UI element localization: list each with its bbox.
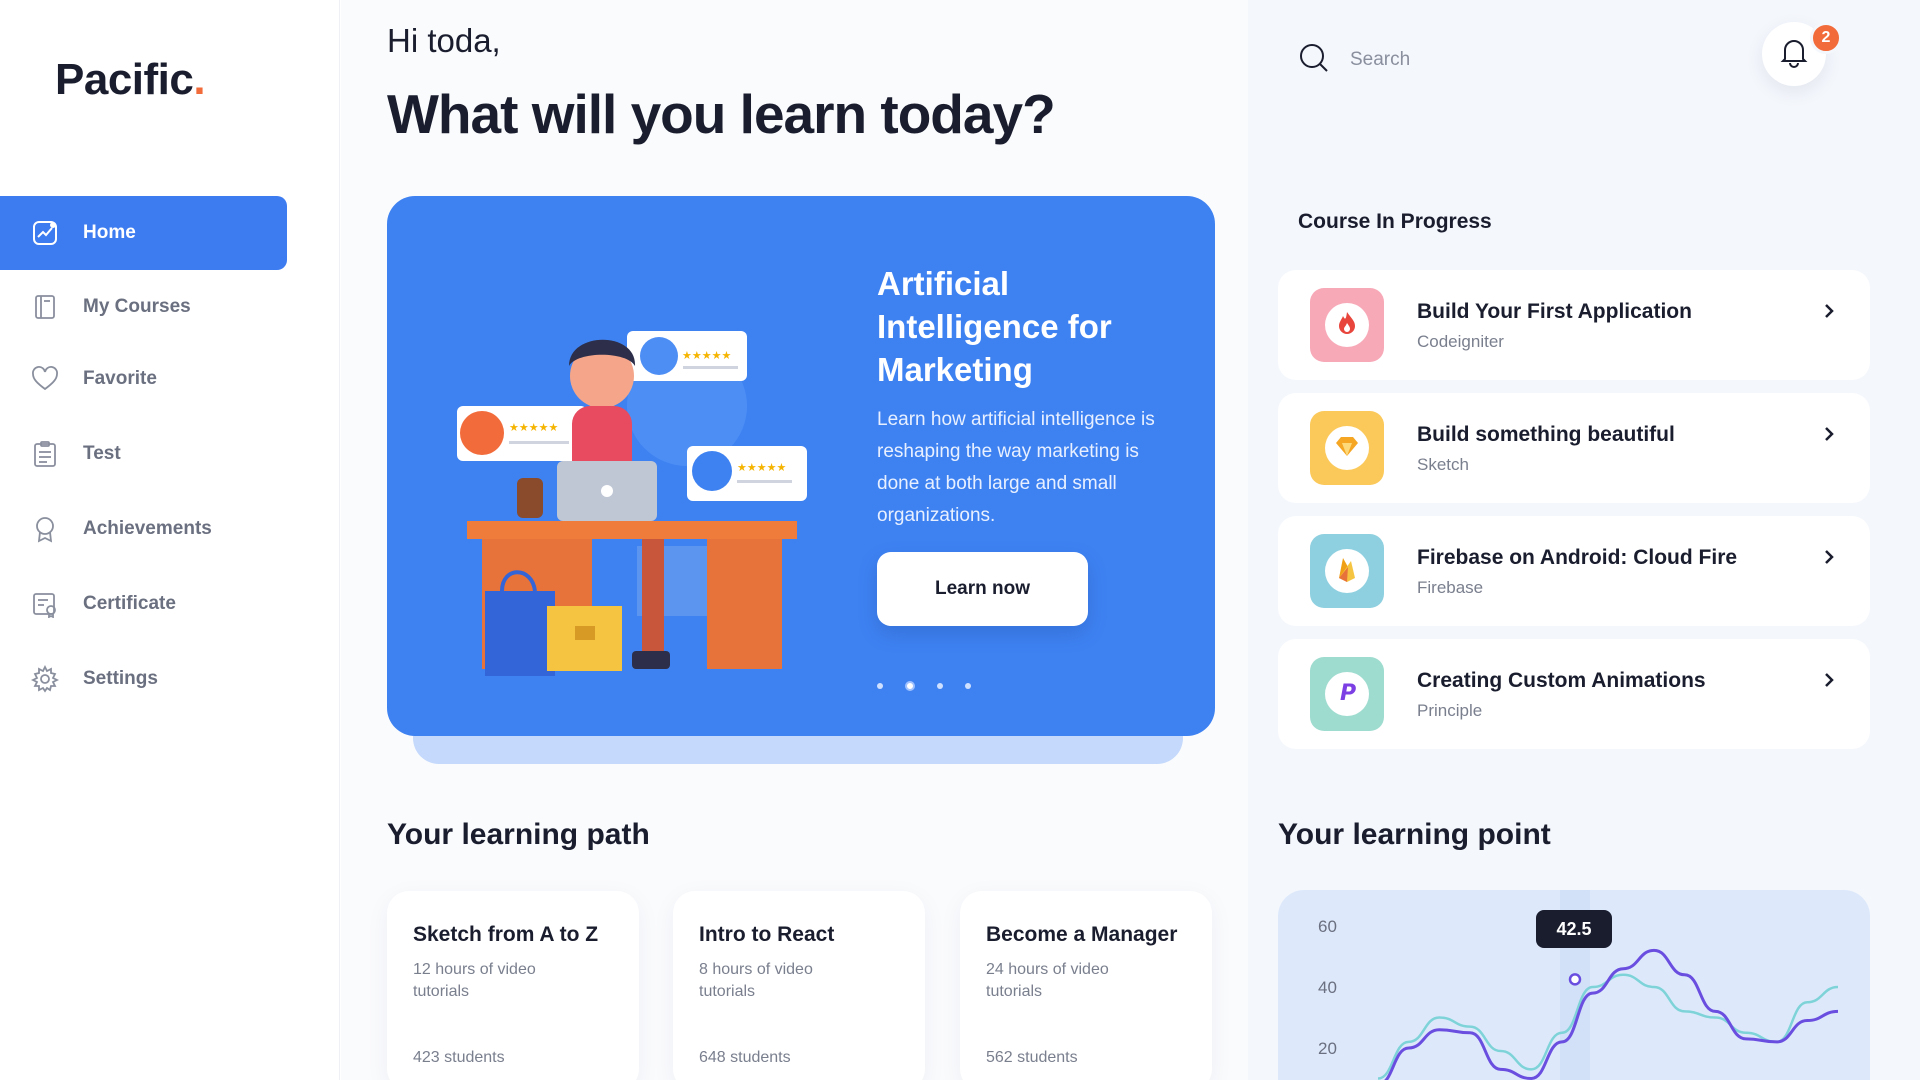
hero-illustration: ★★★★★ ★★★★★ ★★★★★ xyxy=(457,331,807,676)
sidebar-item-test[interactable]: Test xyxy=(0,417,287,491)
course-name: Creating Custom Animations xyxy=(1417,669,1706,692)
course-item[interactable]: Firebase on Android: Cloud Fire Firebase xyxy=(1278,516,1870,626)
learn-now-button[interactable]: Learn now xyxy=(877,552,1088,626)
y-tick-label: 20 xyxy=(1318,1039,1337,1058)
path-card-students: 648 students xyxy=(699,1049,791,1066)
learning-path-title: Your learning path xyxy=(387,818,650,851)
carousel-dots xyxy=(877,681,971,691)
svg-text:★★★★★: ★★★★★ xyxy=(737,461,786,474)
right-panel: 2 Course In Progress Build Your First Ap… xyxy=(1248,0,1920,1080)
chevron-right-icon[interactable] xyxy=(1818,423,1840,445)
course-platform: Principle xyxy=(1417,701,1483,720)
sidebar-item-favorite[interactable]: Favorite xyxy=(0,342,287,416)
course-item[interactable]: Build something beautiful Sketch xyxy=(1278,393,1870,503)
sidebar-item-label: Achievements xyxy=(83,518,212,539)
sidebar-item-label: Settings xyxy=(83,668,158,689)
path-card-students: 423 students xyxy=(413,1049,505,1066)
course-item[interactable]: Build Your First Application Codeigniter xyxy=(1278,270,1870,380)
course-item[interactable]: P Creating Custom Animations Principle xyxy=(1278,639,1870,749)
hero-banner: ★★★★★ ★★★★★ ★★★★★ Artificial Intelligenc… xyxy=(387,196,1215,736)
sidebar-item-settings[interactable]: Settings xyxy=(0,642,287,716)
carousel-dot[interactable] xyxy=(965,683,971,689)
learning-point-chart: 60 40 20 42.5 xyxy=(1278,890,1870,1080)
chevron-right-icon[interactable] xyxy=(1818,669,1840,691)
award-icon xyxy=(30,514,60,544)
sidebar-item-label: Certificate xyxy=(83,593,176,614)
course-name: Firebase on Android: Cloud Fire xyxy=(1417,546,1738,569)
heart-icon xyxy=(30,364,60,394)
hero-description: Learn how artificial intelligence is res… xyxy=(877,409,1155,526)
path-card-title: Become a Manager xyxy=(986,923,1178,946)
fire-icon xyxy=(1333,555,1361,588)
principle-icon: P xyxy=(1333,678,1361,711)
chevron-right-icon[interactable] xyxy=(1818,546,1840,568)
svg-text:★★★★★: ★★★★★ xyxy=(682,349,731,362)
sidebar-item-label: Favorite xyxy=(83,368,157,389)
y-tick-label: 60 xyxy=(1318,917,1337,936)
sidebar-item-my-courses[interactable]: My Courses xyxy=(0,270,287,344)
svg-text:★★★★★: ★★★★★ xyxy=(509,421,558,434)
search-icon xyxy=(1298,42,1330,79)
learning-path-card[interactable]: Intro to React 8 hours of video tutorial… xyxy=(673,891,925,1080)
sidebar-item-home[interactable]: Home xyxy=(0,196,287,270)
svg-text:P: P xyxy=(1340,681,1356,706)
learning-path-card[interactable]: Become a Manager 24 hours of video tutor… xyxy=(960,891,1212,1080)
path-card-hours: 12 hours of video tutorials xyxy=(413,961,536,1000)
path-card-hours: 8 hours of video tutorials xyxy=(699,961,813,1000)
chart-icon xyxy=(30,218,60,248)
certificate-icon xyxy=(30,589,60,619)
learning-point-title: Your learning point xyxy=(1278,818,1551,851)
search-input[interactable] xyxy=(1350,49,1570,71)
flame-icon xyxy=(1333,309,1361,342)
path-card-title: Intro to React xyxy=(699,923,835,946)
path-card-hours: 24 hours of video tutorials xyxy=(986,961,1109,1000)
bell-icon xyxy=(1777,35,1811,74)
sidebar-item-label: Home xyxy=(83,222,136,243)
learning-path-card[interactable]: Sketch from A to Z 12 hours of video tut… xyxy=(387,891,639,1080)
course-name: Build something beautiful xyxy=(1417,423,1675,446)
chart-series-line xyxy=(1384,948,1839,1080)
course-name: Build Your First Application xyxy=(1417,300,1692,323)
path-card-title: Sketch from A to Z xyxy=(413,923,599,946)
gear-icon xyxy=(30,664,60,694)
course-logo: P xyxy=(1310,657,1384,731)
path-card-students: 562 students xyxy=(986,1049,1078,1066)
course-logo xyxy=(1310,534,1384,608)
search-bar[interactable] xyxy=(1298,40,1598,80)
sidebar-item-achievements[interactable]: Achievements xyxy=(0,492,287,566)
course-logo xyxy=(1310,288,1384,362)
course-in-progress-title: Course In Progress xyxy=(1298,210,1492,233)
chart-series-line xyxy=(1377,973,1839,1080)
carousel-dot[interactable] xyxy=(937,683,943,689)
y-tick-label: 40 xyxy=(1318,978,1337,997)
chart-tooltip: 42.5 xyxy=(1536,910,1612,948)
clipboard-icon xyxy=(30,439,60,469)
sidebar-item-certificate[interactable]: Certificate xyxy=(0,567,287,641)
sidebar-item-label: My Courses xyxy=(83,296,191,317)
course-logo xyxy=(1310,411,1384,485)
chevron-right-icon[interactable] xyxy=(1818,300,1840,322)
page-title: What will you learn today? xyxy=(387,83,1056,145)
app-logo[interactable]: Pacific. xyxy=(55,55,206,105)
notification-badge: 2 xyxy=(1810,22,1842,54)
sidebar-item-label: Test xyxy=(83,443,121,464)
diamond-icon xyxy=(1333,432,1361,465)
chart-highlight-point[interactable] xyxy=(1568,973,1582,986)
greeting: Hi toda, xyxy=(387,22,501,59)
carousel-dot-active[interactable] xyxy=(905,681,915,691)
hero-title: Artificial Intelligence for Marketing xyxy=(877,265,1112,388)
course-platform: Firebase xyxy=(1417,578,1484,597)
sidebar: Pacific. Home My Courses Favorite Test A… xyxy=(0,0,340,1080)
course-platform: Codeigniter xyxy=(1417,332,1504,351)
main-content: Hi toda, What will you learn today? ★★★★… xyxy=(341,0,1248,1080)
course-platform: Sketch xyxy=(1417,455,1469,474)
carousel-dot[interactable] xyxy=(877,683,883,689)
book-icon xyxy=(30,292,60,322)
